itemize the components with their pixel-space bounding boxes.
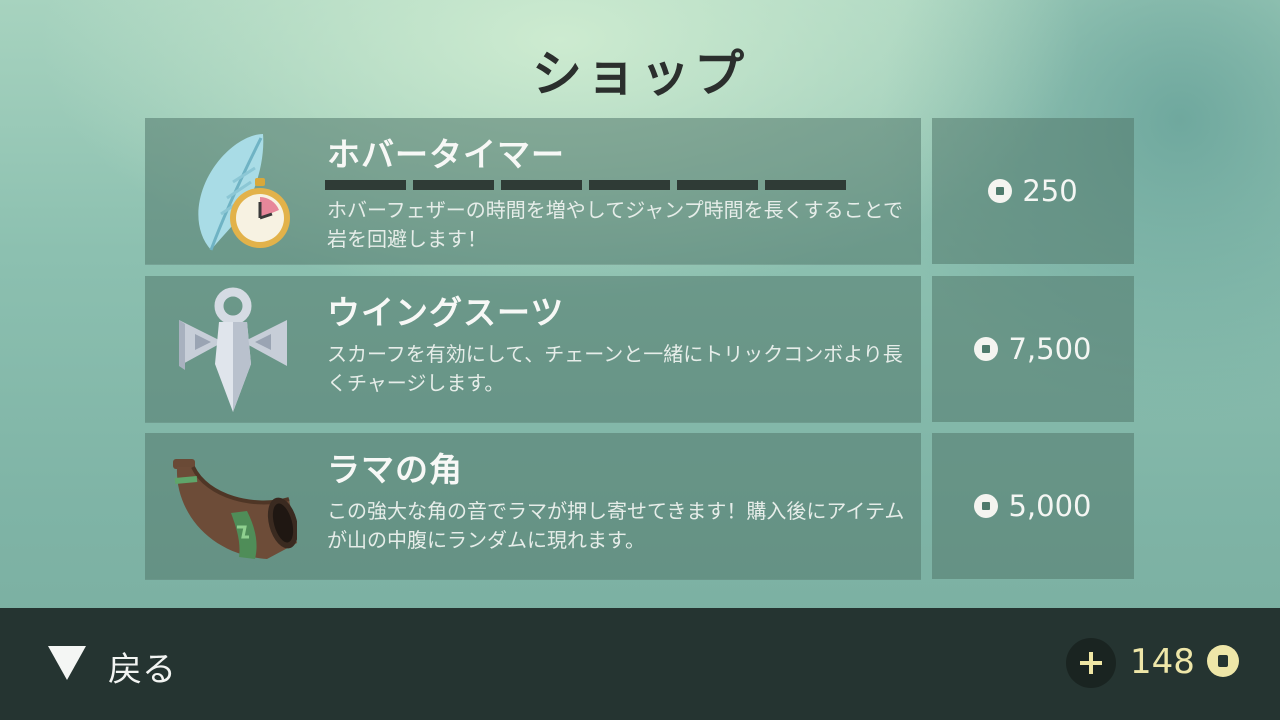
item-name: ウイングスーツ <box>327 293 565 332</box>
item-price: 5,000 <box>1008 489 1092 523</box>
shop-item-hover-timer[interactable]: ホバータイマー ホバーフェザーの時間を増やしてジャンプ時間を長くすることで岩を回… <box>145 118 1135 264</box>
item-price: 7,500 <box>1008 332 1092 366</box>
price-button[interactable]: 5,000 <box>932 433 1134 579</box>
upgrade-segment <box>325 180 406 190</box>
upgrade-segment <box>677 180 758 190</box>
upgrade-segment <box>501 180 582 190</box>
coin-icon <box>974 337 999 361</box>
price-button[interactable]: 7,500 <box>932 276 1134 422</box>
shop-item-wingsuit[interactable]: ウイングスーツ スカーフを有効にして、チェーンと一緒にトリックコンボより長くチャ… <box>145 276 1135 422</box>
feather-stopwatch-icon <box>198 134 290 251</box>
item-card[interactable]: ラマの角 この強大な角の音でラマが押し寄せてきます！購入後にアイテムが山の中腹に… <box>145 433 921 579</box>
item-price: 250 <box>1022 174 1078 208</box>
shop-item-llama-horn[interactable]: ラマの角 この強大な角の音でラマが押し寄せてきます！購入後にアイテムが山の中腹に… <box>145 433 1135 579</box>
back-button-label[interactable]: 戻る <box>108 642 176 691</box>
triangle-down-icon[interactable] <box>48 646 86 680</box>
item-description: スカーフを有効にして、チェーンと一緒にトリックコンボより長くチャージします。 <box>327 342 903 395</box>
llama-horn-icon <box>173 459 297 559</box>
upgrade-segment <box>413 180 494 190</box>
page-title: ショップ <box>532 45 748 103</box>
item-card[interactable]: ウイングスーツ スカーフを有効にして、チェーンと一緒にトリックコンボより長くチャ… <box>145 276 921 422</box>
coin-icon <box>974 494 999 518</box>
coin-icon <box>1207 645 1239 677</box>
coin-balance: 148 <box>1130 642 1195 682</box>
wingsuit-icon <box>179 287 287 412</box>
item-description: ホバーフェザーの時間を増やしてジャンプ時間を長くすることで岩を回避します！ <box>327 198 903 251</box>
upgrade-segment <box>589 180 670 190</box>
item-description: この強大な角の音でラマが押し寄せてきます！購入後にアイテムが山の中腹にランダムに… <box>327 499 905 552</box>
upgrade-segment <box>765 180 846 190</box>
item-name: ホバータイマー <box>327 135 565 174</box>
upgrade-progress <box>325 180 846 190</box>
item-name: ラマの角 <box>327 450 463 489</box>
coin-icon <box>988 179 1013 203</box>
item-card[interactable]: ホバータイマー ホバーフェザーの時間を増やしてジャンプ時間を長くすることで岩を回… <box>145 118 921 264</box>
price-button[interactable]: 250 <box>932 118 1134 264</box>
add-coins-button[interactable] <box>1066 638 1116 688</box>
